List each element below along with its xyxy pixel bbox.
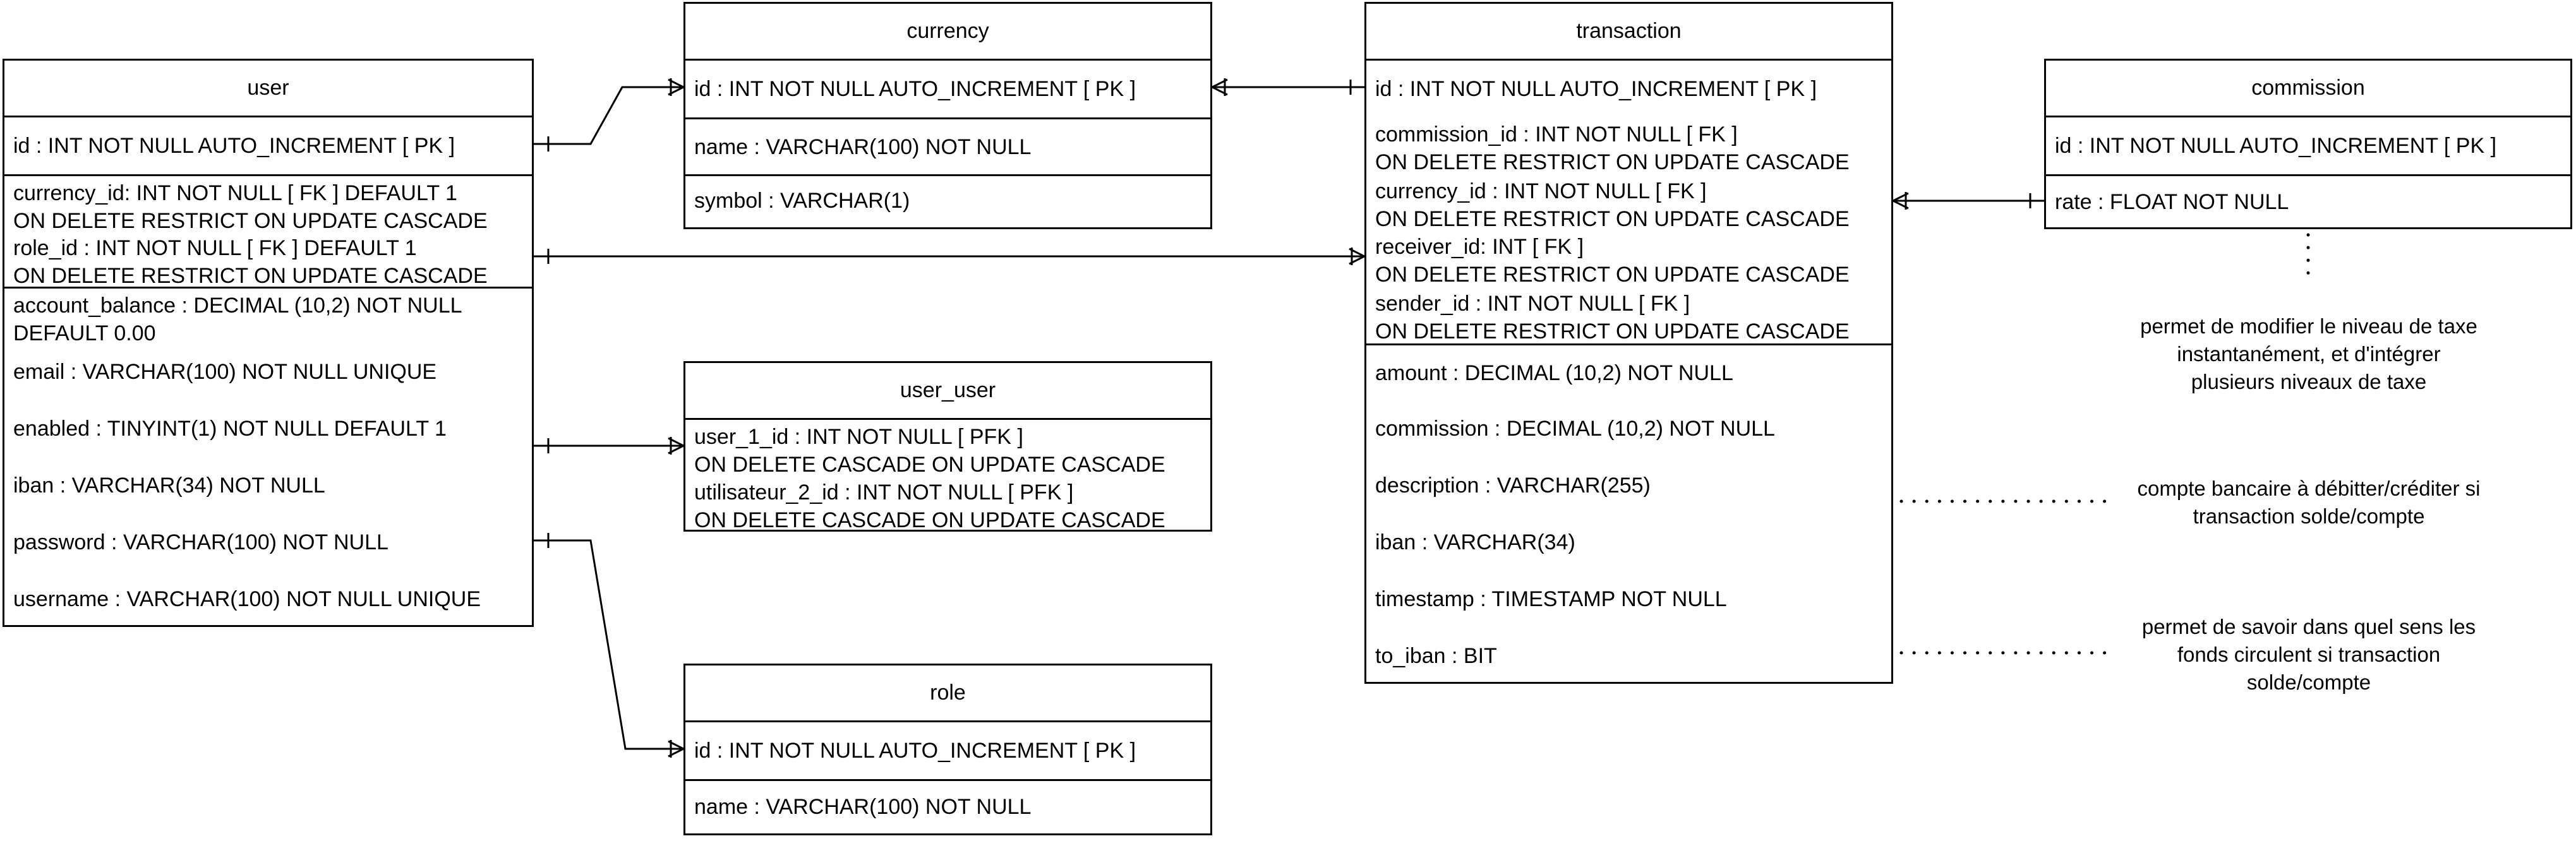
field-user-username[interactable]: username : VARCHAR(100) NOT NULL UNIQUE [4, 571, 532, 628]
note-iban: compte bancaire à débitter/créditer si t… [2137, 477, 2481, 528]
field-currency-symbol[interactable]: symbol : VARCHAR(1) [685, 174, 1210, 225]
field-role-name[interactable]: name : VARCHAR(100) NOT NULL [685, 779, 1210, 832]
field-transaction-receiver_id[interactable]: receiver_id: INT [ FK ] ON DELETE RESTRI… [1366, 230, 1891, 287]
field-transaction-description[interactable]: description : VARCHAR(255) [1366, 457, 1891, 514]
note-commission: permet de modifier le niveau de taxe ins… [2140, 314, 2477, 393]
entity-transaction[interactable]: transaction id : INT NOT NULL AUTO_INCRE… [1364, 2, 1893, 684]
field-commission-rate[interactable]: rate : FLOAT NOT NULL [2046, 174, 2570, 227]
field-user-account_balance[interactable]: account_balance : DECIMAL (10,2) NOT NUL… [4, 287, 532, 345]
entity-currency-title: currency [685, 4, 1210, 61]
field-transaction-amount[interactable]: amount : DECIMAL (10,2) NOT NULL [1366, 343, 1891, 400]
field-user-password[interactable]: password : VARCHAR(100) NOT NULL [4, 514, 532, 571]
entity-role[interactable]: role id : INT NOT NULL AUTO_INCREMENT [ … [683, 664, 1212, 835]
field-transaction-id[interactable]: id : INT NOT NULL AUTO_INCREMENT [ PK ] [1366, 61, 1891, 117]
field-user-id[interactable]: id : INT NOT NULL AUTO_INCREMENT [ PK ] [4, 117, 532, 174]
field-transaction-sender_id[interactable]: sender_id : INT NOT NULL [ FK ] ON DELET… [1366, 287, 1891, 343]
link-user-currency [534, 86, 683, 145]
field-transaction-iban[interactable]: iban : VARCHAR(34) [1366, 514, 1891, 571]
note-to_iban: permet de savoir dans quel sens les fond… [2141, 615, 2476, 694]
field-user_user-user_1_id[interactable]: user_1_id : INT NOT NULL [ PFK ] ON DELE… [685, 420, 1210, 477]
entity-commission[interactable]: commission id : INT NOT NULL AUTO_INCREM… [2044, 59, 2572, 229]
entity-transaction-title: transaction [1366, 4, 1891, 61]
link-user-role [534, 539, 683, 750]
field-user-currency_id[interactable]: currency_id: INT NOT NULL [ FK ] DEFAULT… [4, 174, 532, 233]
field-transaction-commission_id[interactable]: commission_id : INT NOT NULL [ FK ] ON D… [1366, 117, 1891, 174]
field-user-email[interactable]: email : VARCHAR(100) NOT NULL UNIQUE [4, 343, 532, 400]
field-transaction-currency_id[interactable]: currency_id : INT NOT NULL [ FK ] ON DEL… [1366, 174, 1891, 231]
entity-user[interactable]: user id : INT NOT NULL AUTO_INCREMENT [ … [3, 59, 534, 627]
field-user-iban[interactable]: iban : VARCHAR(34) NOT NULL [4, 457, 532, 514]
entity-currency[interactable]: currency id : INT NOT NULL AUTO_INCREMEN… [683, 2, 1212, 229]
field-transaction-commission[interactable]: commission : DECIMAL (10,2) NOT NULL [1366, 400, 1891, 457]
entity-user_user[interactable]: user_user user_1_id : INT NOT NULL [ PFK… [683, 361, 1212, 532]
field-currency-id[interactable]: id : INT NOT NULL AUTO_INCREMENT [ PK ] [685, 61, 1210, 117]
field-currency-name[interactable]: name : VARCHAR(100) NOT NULL [685, 117, 1210, 174]
field-user-role_id[interactable]: role_id : INT NOT NULL [ FK ] DEFAULT 1 … [4, 231, 532, 288]
field-user-enabled[interactable]: enabled : TINYINT(1) NOT NULL DEFAULT 1 [4, 400, 532, 457]
field-transaction-to_iban[interactable]: to_iban : BIT [1366, 628, 1891, 684]
entity-user-title: user [4, 61, 532, 117]
entity-role-title: role [685, 665, 1210, 722]
field-transaction-timestamp[interactable]: timestamp : TIMESTAMP NOT NULL [1366, 571, 1891, 628]
entity-user_user-title: user_user [685, 363, 1210, 420]
entity-commission-title: commission [2046, 61, 2570, 117]
field-role-id[interactable]: id : INT NOT NULL AUTO_INCREMENT [ PK ] [685, 722, 1210, 779]
field-user_user-utilisateur_2_id[interactable]: utilisateur_2_id : INT NOT NULL [ PFK ] … [685, 475, 1210, 532]
field-commission-id[interactable]: id : INT NOT NULL AUTO_INCREMENT [ PK ] [2046, 117, 2570, 174]
